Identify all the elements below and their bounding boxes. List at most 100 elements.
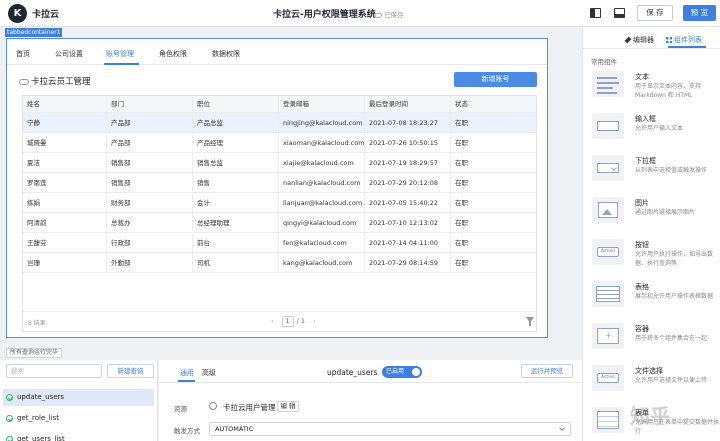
cloud-icon (19, 78, 29, 85)
tab-components-label: 组件列表 (674, 36, 702, 44)
table-cell: 销售 (193, 173, 279, 192)
component-item[interactable]: 输入框 允许用户输入文本 (583, 110, 720, 154)
table-cell: 在职 (455, 139, 468, 147)
form-thumb-shape (597, 411, 619, 429)
watermark: 知乎 (630, 404, 670, 428)
selected-component-label: tabbedcontainer1 (5, 28, 63, 37)
table-title-text: 卡拉云员工管理 (31, 77, 91, 87)
column-header[interactable]: 登录邮箱 (279, 96, 365, 112)
table-cell: 前台 (193, 233, 279, 252)
prev-page-icon[interactable]: ‹ (271, 317, 274, 325)
tab-advanced[interactable]: 高级 (202, 368, 216, 378)
page-separator: / (296, 317, 299, 325)
button-icon: Action (592, 239, 624, 265)
toggle-left-panel-icon[interactable] (590, 8, 601, 18)
table-cell: 财务部 (107, 193, 193, 212)
preview-button[interactable]: 预 览 (683, 5, 716, 21)
button-thumb-shape: Action (597, 247, 619, 257)
enabled-toggle-label: 已启用 (386, 368, 405, 375)
table-row[interactable]: 练娟 财务部 会计 lianjuan@kalacloud.com 2021-07-05 … (23, 193, 536, 213)
table-cell: nanlian@kalacloud.com (279, 173, 365, 192)
save-status-text: 已保存 (384, 11, 404, 19)
next-page-icon[interactable]: › (313, 317, 316, 325)
tab-role-permissions[interactable]: 角色权限 (159, 49, 187, 59)
column-header[interactable]: 最后登录时间 (365, 96, 451, 112)
table-row[interactable]: 阿清韵 总裁办 总经理助理 qingyi@kalacloud.com 2021-07-1… (23, 213, 536, 233)
query-name[interactable]: update_users (327, 368, 377, 377)
run-preview-button[interactable]: 运行并预览 (521, 364, 573, 378)
check-circle-icon (6, 394, 13, 401)
select-icon (592, 155, 624, 181)
filter-icon[interactable] (526, 317, 534, 326)
page-input[interactable]: 1 (281, 316, 294, 327)
table-cell: 2021-07-26 10:50:15 (365, 133, 451, 152)
table-cell: 夏洁 (23, 153, 107, 172)
table-cell: 产品经理 (193, 133, 279, 152)
component-item[interactable]: 下拉框 从列表中选择值或触发操作 (583, 152, 720, 196)
employee-table[interactable]: 姓名 部门 职位 登录邮箱 最后登录时间 状态 宁静 产品部 产品总监 ningjin… (22, 95, 537, 332)
query-item[interactable]: get_users_list (3, 431, 154, 441)
section-title: 常用组件 (591, 58, 617, 66)
tab-account-management[interactable]: 账号管理 (106, 49, 134, 59)
kalacloud-logo[interactable]: K (8, 4, 27, 23)
table-cell: 产品总监 (193, 113, 279, 132)
table-cell: 2021-07-29 08:14:59 (365, 253, 451, 272)
select-thumb-shape (597, 163, 619, 173)
tab-home[interactable]: 首页 (16, 49, 30, 59)
component-description: 通过图片链接展示图片 (635, 209, 696, 216)
table-cell: 2021-07-05 15:40:22 (365, 193, 451, 212)
query-search-input[interactable]: 搜索 (6, 364, 102, 378)
table-row[interactable]: 城晓曼 产品部 产品经理 xiaoman@kalacloud.com 2021-07-2… (23, 133, 536, 153)
component-item[interactable]: 图片通过图片链接展示图片 (583, 194, 720, 238)
component-name: 图片 (635, 199, 649, 207)
top-bar: K 卡拉云 卡拉云-用户权限管理系统 已保存 保 存 预 览 (0, 0, 720, 27)
column-header[interactable]: 部门 (107, 96, 193, 112)
tab-company-settings[interactable]: 公司设置 (55, 49, 83, 59)
image-icon (592, 197, 624, 223)
component-name: 下拉框 (635, 157, 656, 165)
tab-editor[interactable]: 编辑器 (624, 35, 654, 45)
save-button[interactable]: 保 存 (637, 5, 673, 21)
query-item[interactable]: update_users (3, 389, 154, 406)
new-query-button[interactable]: 新建查询 (107, 364, 154, 378)
table-cell: 行政部 (107, 233, 193, 252)
query-status-bar: 所有查询运行完毕 (0, 346, 582, 360)
table-row[interactable]: 王馥芬 行政部 前台 fen@kalacloud.com 2021-07-14 04:1… (23, 233, 536, 253)
table-cell: 销售部 (107, 173, 193, 192)
toggle-bottom-panel-icon[interactable] (614, 8, 625, 18)
app-title[interactable]: 卡拉云-用户权限管理系统 (273, 7, 376, 20)
query-item-name: get_users_list (17, 435, 65, 441)
component-item[interactable]: 表格 展示和允许用户操作表格数据 (583, 278, 720, 322)
table-row[interactable]: 宁静 产品部 产品总监 ningjing@kalacloud.com 2021-07-0… (23, 113, 536, 133)
container-icon (592, 323, 624, 349)
component-item[interactable]: Action 按钮 允许用户执行操作，如导出数据、执行查询等 (583, 236, 720, 280)
enabled-toggle[interactable]: 已启用 (382, 366, 422, 378)
column-header[interactable]: 职位 (193, 96, 279, 112)
component-description: 展示和允许用户操作表格数据 (635, 293, 714, 300)
add-account-button[interactable]: 新增账号 (454, 72, 537, 87)
table-cell: 罗南莲 (23, 173, 107, 192)
tabbed-container[interactable]: 首页 公司设置 账号管理 角色权限 数据权限 卡拉云员工管理 新增账号 姓名 部… (6, 38, 548, 338)
table-row[interactable]: 岂珊 外勤部 司机 kang@kalacloud.com 2021-07-29 08:1… (23, 253, 536, 273)
edit-resource-button[interactable]: 编 辑 (277, 401, 299, 412)
tab-components[interactable]: 组件列表 (666, 35, 702, 45)
query-item-name: update_users (17, 393, 65, 401)
text-line (597, 82, 619, 84)
table-cell: qingyi@kalacloud.com (279, 213, 365, 232)
column-header[interactable]: 状态 (451, 96, 536, 112)
table-row[interactable]: 夏洁 销售部 销售总监 xiajie@kalacloud.com 2021-07-19 … (23, 153, 536, 173)
file-icon: Action (592, 365, 624, 391)
check-circle-icon (6, 436, 13, 441)
table-row[interactable]: 罗南莲 销售部 销售 nanlian@kalacloud.com 2021-07-29 … (23, 173, 536, 193)
tab-data-permissions[interactable]: 数据权限 (212, 49, 240, 59)
component-item[interactable]: 容器用于将多个组件集合在一起 (583, 320, 720, 364)
table-cell: 在职 (455, 159, 468, 167)
column-header[interactable]: 姓名 (23, 96, 107, 112)
tab-general[interactable]: 通用 (180, 368, 194, 378)
resource-icon (209, 402, 217, 410)
component-item[interactable]: 文本 用于显示文本内容，支持Markdown 和 HTML (583, 68, 720, 112)
query-item[interactable]: get_role_list (3, 410, 154, 427)
table-cell: 王馥芬 (23, 233, 107, 252)
component-name: 容器 (635, 325, 649, 333)
trigger-select[interactable]: AUTOMATIC (209, 422, 571, 436)
